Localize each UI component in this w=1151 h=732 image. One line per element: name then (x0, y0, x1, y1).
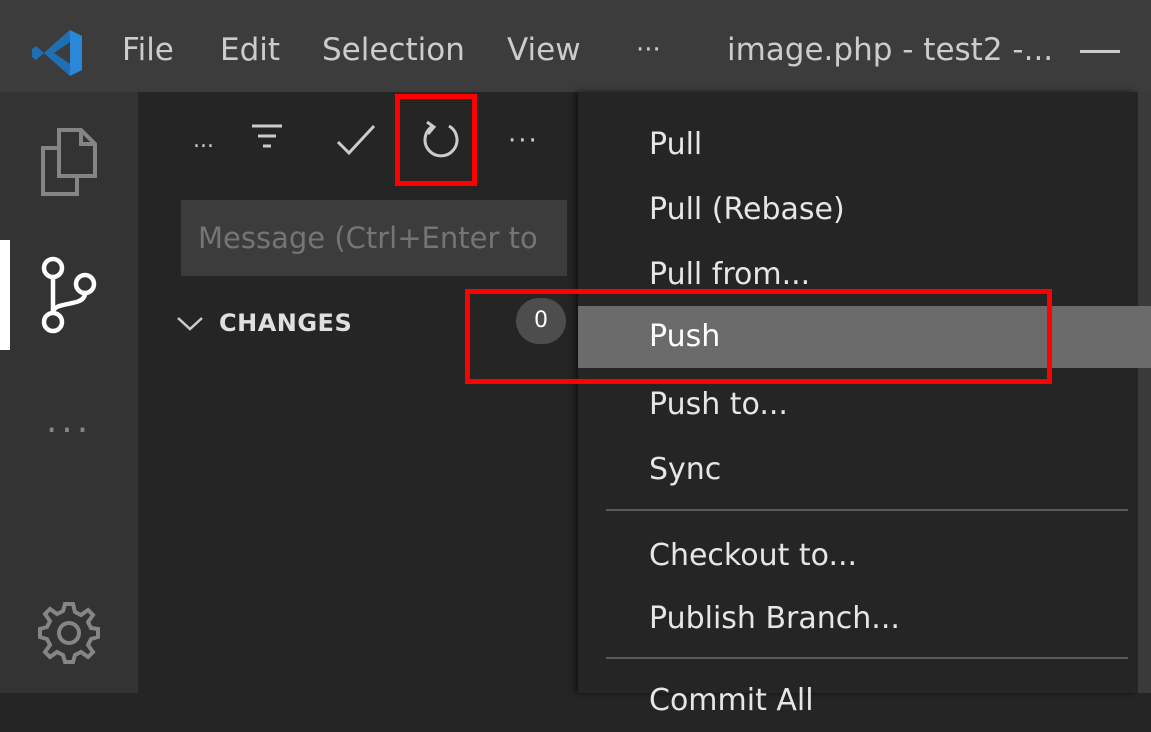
scrollbar[interactable] (1138, 92, 1151, 693)
menu-item-commit-all[interactable]: Commit All (578, 670, 1138, 732)
menu-file[interactable]: File (122, 0, 174, 92)
vscode-logo-icon (32, 30, 82, 76)
source-control-panel (138, 92, 578, 693)
menu-more[interactable]: ··· (636, 0, 661, 92)
menu-item-pull-rebase[interactable]: Pull (Rebase) (578, 179, 1138, 241)
menu-item-sync[interactable]: Sync (578, 439, 1138, 501)
menu-view[interactable]: View (507, 0, 581, 92)
window-title: image.php - test2 -... (727, 32, 1054, 68)
menu-item-publish-branch[interactable]: Publish Branch... (578, 588, 1138, 650)
manage-button[interactable] (0, 600, 138, 666)
menu-selection[interactable]: Selection (322, 0, 465, 92)
views-overflow-button[interactable]: ... (193, 128, 214, 153)
settings-gear-icon (38, 602, 100, 664)
files-icon (41, 128, 97, 196)
more-views-button[interactable]: ··· (0, 410, 138, 451)
filter-icon[interactable] (250, 122, 284, 152)
source-control-icon (41, 256, 97, 334)
chevron-down-icon (177, 317, 203, 331)
menu-edit[interactable]: Edit (220, 0, 280, 92)
minimize-button[interactable] (1080, 50, 1120, 53)
commit-check-icon[interactable] (335, 122, 377, 158)
title-bar: File Edit Selection View ··· image.php -… (0, 0, 1151, 92)
more-actions-button[interactable]: ··· (508, 126, 539, 156)
menu-separator (606, 509, 1128, 511)
refresh-highlight-box (395, 94, 477, 186)
push-highlight-box (465, 289, 1052, 384)
commit-message-input[interactable] (181, 200, 567, 276)
activity-bar: ··· (0, 92, 138, 693)
menu-separator (606, 657, 1128, 659)
source-control-button[interactable] (0, 256, 138, 336)
changes-label: CHANGES (219, 309, 353, 337)
explorer-button[interactable] (0, 126, 138, 198)
menu-item-checkout-to[interactable]: Checkout to... (578, 525, 1138, 587)
menu-item-pull[interactable]: Pull (578, 114, 1138, 176)
